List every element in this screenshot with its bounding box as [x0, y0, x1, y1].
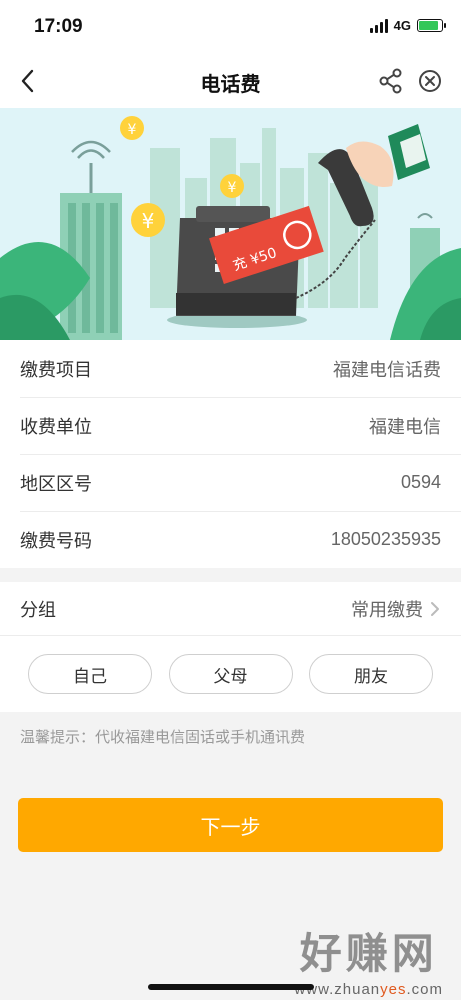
watermark: 好赚网 www.zhuanyes.com	[294, 920, 443, 998]
coin-icon: ¥	[131, 203, 165, 237]
group-value: 常用缴费	[351, 599, 423, 620]
coin-icon: ¥	[220, 174, 244, 198]
coin-icon: ¥	[120, 116, 144, 140]
nav-bar: 电话费	[0, 56, 461, 108]
chevron-right-icon	[431, 601, 439, 616]
share-icon[interactable]	[377, 67, 405, 95]
signal-icon	[369, 18, 388, 33]
info-row-number: 缴费号码 18050235935	[0, 511, 461, 568]
tip-text: 温馨提示：代收福建电信固话或手机通讯费	[20, 729, 306, 746]
banner-illustration: ¥ ¥ ¥ 充 ¥50	[0, 108, 461, 340]
group-selector[interactable]: 分组 常用缴费	[0, 582, 461, 636]
row-value: 福建电信	[369, 416, 441, 437]
battery-level-fill	[419, 21, 438, 30]
watermark-logo: 好赚网	[299, 929, 438, 978]
row-label: 收费单位	[20, 416, 92, 437]
status-time: 17:09	[34, 16, 83, 37]
next-step-button[interactable]: 下一步	[18, 798, 443, 852]
info-row-payee: 收费单位 福建电信	[0, 397, 461, 454]
group-chip-parents[interactable]: 父母	[168, 654, 293, 694]
home-indicator[interactable]	[148, 984, 314, 990]
network-type: 4G	[393, 18, 411, 33]
payment-info-card: 缴费项目 福建电信话费 收费单位 福建电信 地区区号 0594 缴费号码 180…	[0, 340, 461, 568]
group-chip-self[interactable]: 自己	[28, 654, 152, 694]
info-row-area-code: 地区区号 0594	[0, 454, 461, 511]
row-value: 福建电信话费	[333, 359, 441, 380]
row-label: 缴费号码	[20, 530, 92, 551]
row-label: 缴费项目	[20, 359, 92, 380]
close-circle-icon[interactable]	[417, 68, 443, 94]
status-bar: 17:09 4G	[0, 0, 461, 56]
group-label: 分组	[20, 599, 56, 620]
group-value-wrap: 常用缴费	[351, 596, 441, 622]
row-label: 地区区号	[20, 473, 92, 494]
row-value: 0594	[400, 472, 441, 492]
watermark-site: www.zhuanyes.com	[294, 981, 443, 998]
battery-icon	[417, 19, 446, 32]
info-row-item: 缴费项目 福建电信话费	[0, 340, 461, 397]
svg-text:¥: ¥	[128, 122, 137, 138]
group-chip-friends[interactable]: 朋友	[309, 654, 433, 694]
group-chips: 自己 父母 朋友	[0, 636, 461, 694]
svg-text:¥: ¥	[228, 180, 237, 196]
status-indicators: 4G	[369, 18, 446, 33]
group-card: 分组 常用缴费 自己 父母 朋友	[0, 582, 461, 712]
svg-text:¥: ¥	[142, 209, 155, 233]
row-value: 18050235935	[330, 529, 441, 549]
